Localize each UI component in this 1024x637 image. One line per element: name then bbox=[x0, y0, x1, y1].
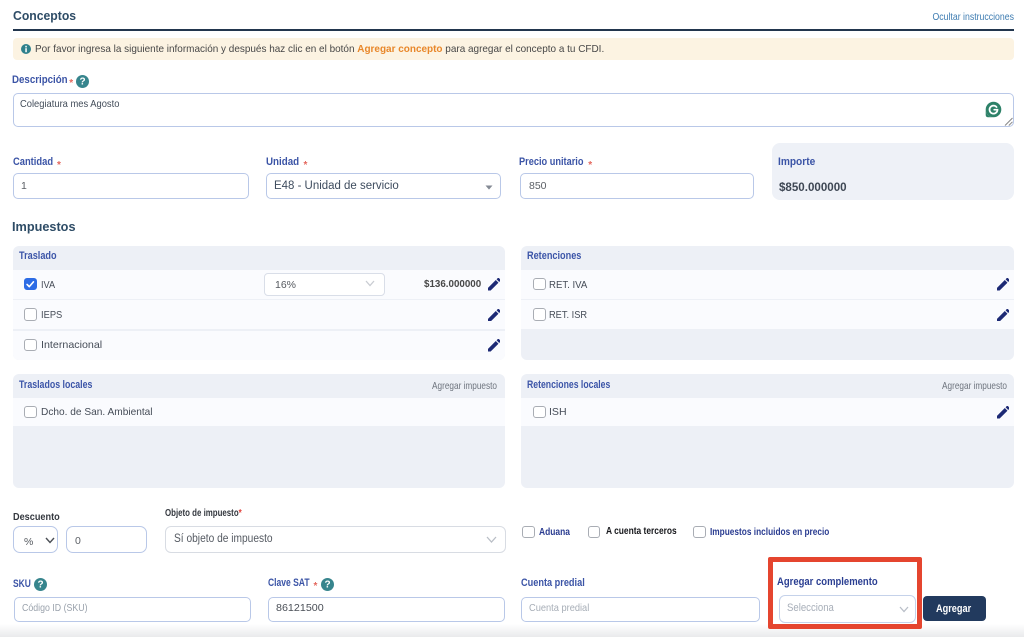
svg-text:?: ? bbox=[79, 76, 85, 87]
svg-text:?: ? bbox=[38, 579, 44, 590]
svg-text:?: ? bbox=[324, 579, 330, 590]
